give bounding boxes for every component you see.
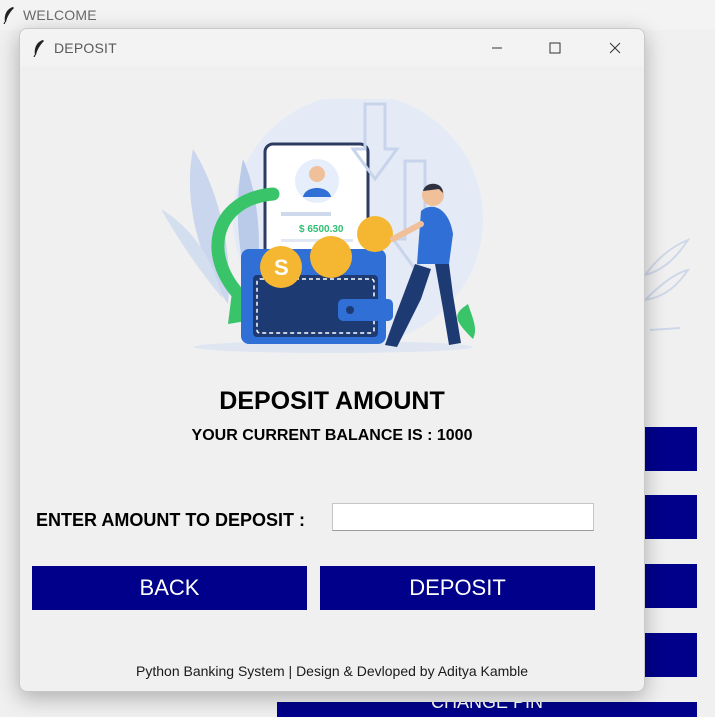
- welcome-menu-button-1[interactable]: [645, 427, 697, 471]
- close-button[interactable]: [586, 29, 644, 66]
- deposit-window-title: DEPOSIT: [54, 39, 117, 56]
- deposit-window: DEPOSIT $ 6500.30 S DEPOSIT AMOUNT YOUR …: [19, 28, 645, 692]
- welcome-menu-button-2[interactable]: [645, 495, 697, 539]
- deposit-button-label: DEPOSIT: [409, 575, 506, 600]
- current-balance-text: YOUR CURRENT BALANCE IS : 1000: [191, 427, 473, 444]
- back-button-label: BACK: [139, 575, 200, 600]
- welcome-window-title: WELCOME: [23, 7, 97, 23]
- footer-credit: Python Banking System | Design & Devlope…: [136, 663, 528, 679]
- leaf-decoration-icon: [642, 238, 690, 331]
- minimize-button[interactable]: [468, 29, 526, 66]
- close-icon: [609, 42, 621, 53]
- wallet-amount-text: $ 6500.30: [299, 224, 344, 235]
- feather-icon: [33, 39, 44, 57]
- deposit-heading: DEPOSIT AMOUNT: [219, 387, 445, 415]
- welcome-window-titlebar: WELCOME: [0, 0, 715, 30]
- change-pin-button-label: CHANGE PIN: [430, 702, 544, 712]
- deposit-amount-label: ENTER AMOUNT TO DEPOSIT :: [36, 510, 306, 530]
- welcome-menu-button-3[interactable]: [645, 564, 697, 608]
- minimize-icon: [492, 47, 502, 48]
- welcome-menu-button-4[interactable]: [645, 633, 697, 677]
- deposit-window-titlebar: DEPOSIT: [20, 29, 644, 66]
- feather-icon: [3, 7, 14, 24]
- deposit-amount-input[interactable]: [332, 503, 594, 531]
- maximize-icon: [549, 42, 561, 53]
- back-button[interactable]: BACK: [32, 566, 307, 610]
- deposit-illustration: $ 6500.30 S: [161, 99, 483, 353]
- change-pin-button[interactable]: CHANGE PIN: [277, 702, 697, 717]
- deposit-button[interactable]: DEPOSIT: [320, 566, 595, 610]
- maximize-button[interactable]: [526, 29, 584, 66]
- coin-symbol-text: S: [274, 255, 289, 280]
